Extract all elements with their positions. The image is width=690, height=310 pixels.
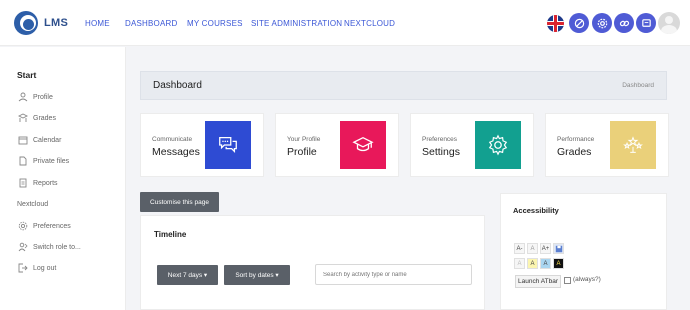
flag-uk-icon[interactable] [547, 15, 564, 32]
page-title: Dashboard [153, 80, 202, 91]
sidebar-item-label: Switch role to... [33, 243, 81, 251]
sidebar-item-label: Preferences [33, 222, 71, 230]
breadcrumb[interactable]: Dashboard [622, 82, 654, 89]
sidebar: Start Profile Grades Calendar Private fi… [0, 47, 126, 310]
customise-page-button[interactable]: Customise this page [140, 192, 219, 212]
gear-icon [475, 121, 521, 169]
timeline-block: Timeline Next 7 days ▾ Sort by dates ▾ [140, 215, 485, 310]
always-checkbox[interactable] [564, 277, 571, 284]
sidebar-item-log-out[interactable]: Log out [17, 261, 56, 275]
nav-dashboard-link[interactable]: DASHBOARD [125, 19, 177, 28]
top-navbar: LMS HOME DASHBOARD MY COURSES SITE ADMIN… [0, 0, 690, 46]
timeline-title: Timeline [154, 230, 187, 239]
sidebar-item-label: Private files [33, 157, 70, 165]
colour-default-button[interactable]: A [514, 258, 525, 269]
card-subtitle: Communicate [152, 136, 193, 143]
gear-icon[interactable] [592, 13, 612, 33]
card-subtitle: Your Profile [287, 136, 321, 143]
reports-icon [17, 178, 28, 189]
user-avatar[interactable] [658, 12, 680, 34]
card-profile[interactable]: Your Profile Profile [275, 113, 399, 177]
increase-text-button[interactable]: A+ [540, 243, 551, 254]
colour-yellow-button[interactable]: A [527, 258, 538, 269]
accessibility-title: Accessibility [513, 206, 559, 215]
colour-blue-button[interactable]: A [540, 258, 551, 269]
sidebar-item-grades[interactable]: Grades [17, 111, 56, 125]
card-subtitle: Performance [557, 136, 595, 143]
card-title: Profile [287, 146, 317, 158]
sidebar-start-heading: Start [17, 70, 37, 80]
card-subtitle: Preferences [422, 136, 458, 143]
sidebar-nextcloud-link[interactable]: Nextcloud [17, 201, 48, 208]
sidebar-item-label: Log out [33, 264, 57, 272]
page-header: Dashboard Dashboard [140, 71, 667, 100]
stars-icon [610, 121, 656, 169]
card-grades[interactable]: Performance Grades [545, 113, 669, 177]
save-settings-icon[interactable] [553, 243, 564, 254]
card-settings[interactable]: Preferences Settings [410, 113, 534, 177]
card-title: Grades [557, 146, 592, 158]
always-label: (always?) [573, 276, 601, 283]
messages-icon [205, 121, 251, 169]
sidebar-item-label: Profile [33, 93, 53, 101]
file-icon [17, 156, 28, 167]
next-7-days-dropdown[interactable]: Next 7 days ▾ [157, 265, 218, 285]
link-icon[interactable] [614, 13, 634, 33]
graduation-cap-icon [340, 121, 386, 169]
profile-icon [17, 92, 28, 103]
sort-by-dates-dropdown[interactable]: Sort by dates ▾ [224, 265, 290, 285]
colour-contrast-button[interactable]: A [553, 258, 564, 269]
decrease-text-button[interactable]: A- [514, 243, 525, 254]
sidebar-item-calendar[interactable]: Calendar [17, 133, 61, 147]
sidebar-item-profile[interactable]: Profile [17, 90, 53, 104]
reset-text-button[interactable]: A [527, 243, 538, 254]
sidebar-item-label: Calendar [33, 136, 62, 144]
card-title: Settings [422, 146, 460, 158]
sidebar-item-reports[interactable]: Reports [17, 176, 58, 190]
logout-icon [17, 263, 28, 274]
timeline-search-input[interactable] [315, 264, 472, 285]
gear-icon [17, 221, 28, 232]
lms-logo-icon[interactable] [14, 11, 38, 35]
brand-name[interactable]: LMS [44, 17, 68, 29]
calendar-icon [17, 135, 28, 146]
chat-icon[interactable] [636, 13, 656, 33]
grades-icon [17, 113, 28, 124]
accessibility-icon[interactable] [569, 13, 589, 33]
nav-site-admin-link[interactable]: SITE ADMINISTRATION [251, 19, 342, 28]
accessibility-block: Accessibility A- A A+ A A A A Launch ATb… [500, 193, 667, 310]
sidebar-item-private-files[interactable]: Private files [17, 154, 69, 168]
switch-role-icon [17, 242, 28, 253]
sidebar-item-preferences[interactable]: Preferences [17, 219, 71, 233]
sidebar-item-label: Grades [33, 114, 56, 122]
nav-home-link[interactable]: HOME [85, 19, 110, 28]
nav-nextcloud-link[interactable]: NEXTCLOUD [344, 19, 395, 28]
card-title: Messages [152, 146, 200, 158]
card-messages[interactable]: Communicate Messages [140, 113, 264, 177]
launch-atbar-button[interactable]: Launch ATbar [515, 275, 561, 288]
sidebar-item-label: Reports [33, 179, 58, 187]
nav-my-courses-link[interactable]: MY COURSES [187, 19, 243, 28]
sidebar-item-switch-role[interactable]: Switch role to... [17, 240, 81, 254]
